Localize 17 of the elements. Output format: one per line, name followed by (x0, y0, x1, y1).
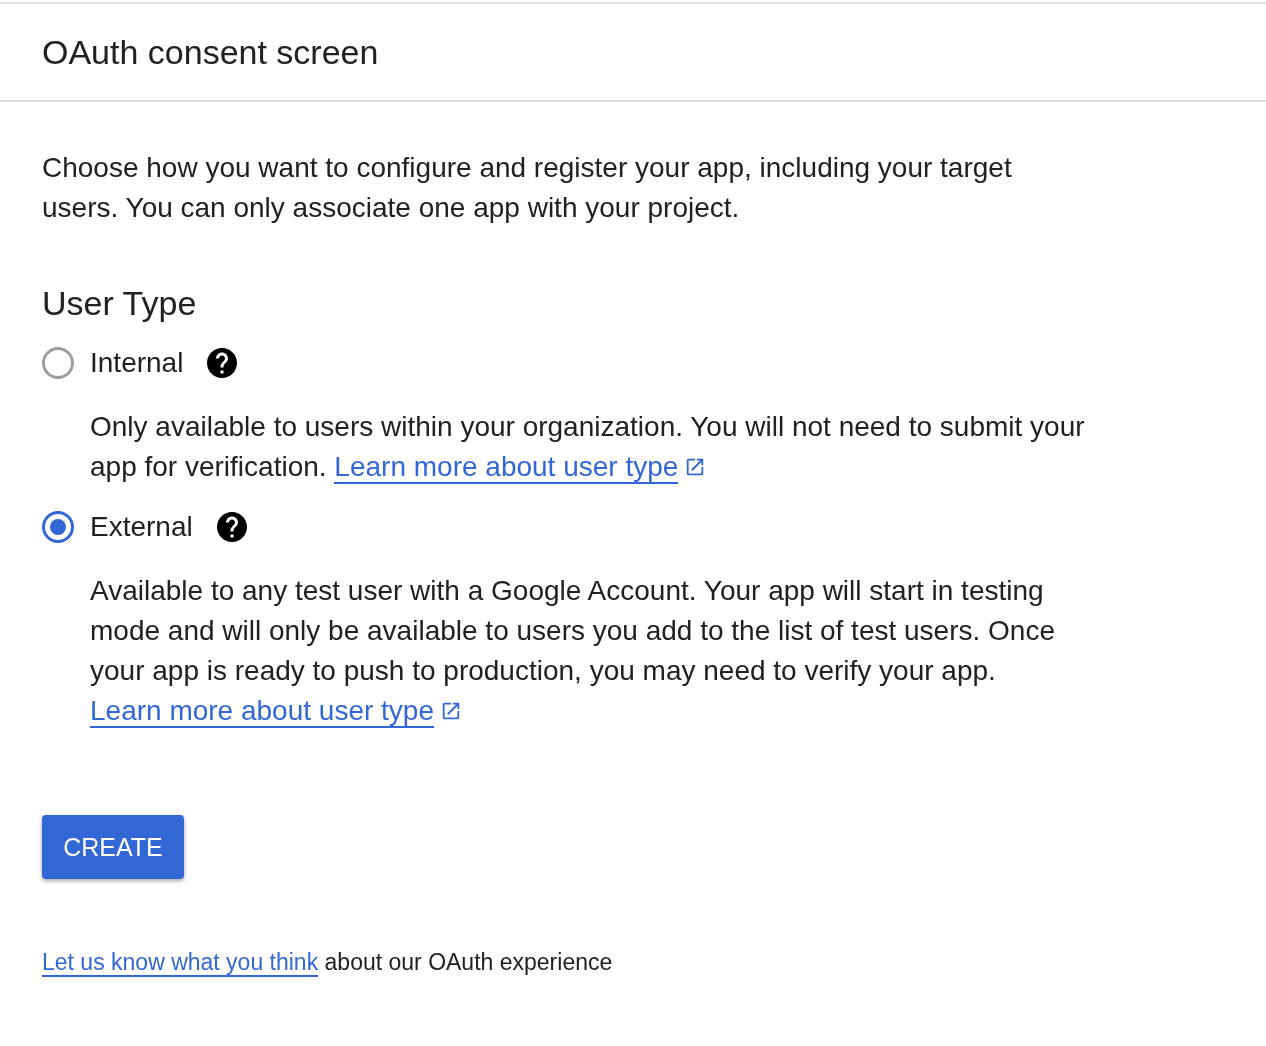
radio-button[interactable] (42, 347, 74, 379)
option-description: Only available to users within your organization. You will not need to submit your app for verification. Learn more about user type (90, 410, 1086, 486)
help-icon[interactable] (207, 348, 238, 378)
learn-more-link[interactable]: Learn more about user type (90, 695, 434, 728)
feedback-text: Let us know what you think about our OAuth experience (42, 949, 614, 976)
option-label: External (90, 511, 193, 543)
page-title: OAuth consent screen (42, 32, 379, 72)
radio-button[interactable] (42, 511, 74, 543)
learn-more-link[interactable]: Learn more about user type (334, 451, 679, 484)
create-button[interactable]: CREATE (42, 815, 184, 879)
help-icon[interactable] (216, 512, 247, 542)
section-heading: User Type (42, 284, 198, 323)
external-link-icon[interactable] (440, 700, 462, 722)
option-label: Internal (90, 347, 184, 379)
option-description: Available to any test user with a Google Account. Your app will start in testing mode and will only be available to users you add to the list of test users. Once your app is ready to push to production, you may need to verify your app. Learn more about user type (90, 574, 1056, 730)
feedback-link[interactable]: Let us know what you think (42, 949, 319, 977)
intro-text: Choose how you want to configure and register your app, including your target users. You can only associate one app with your project. (42, 151, 1013, 225)
